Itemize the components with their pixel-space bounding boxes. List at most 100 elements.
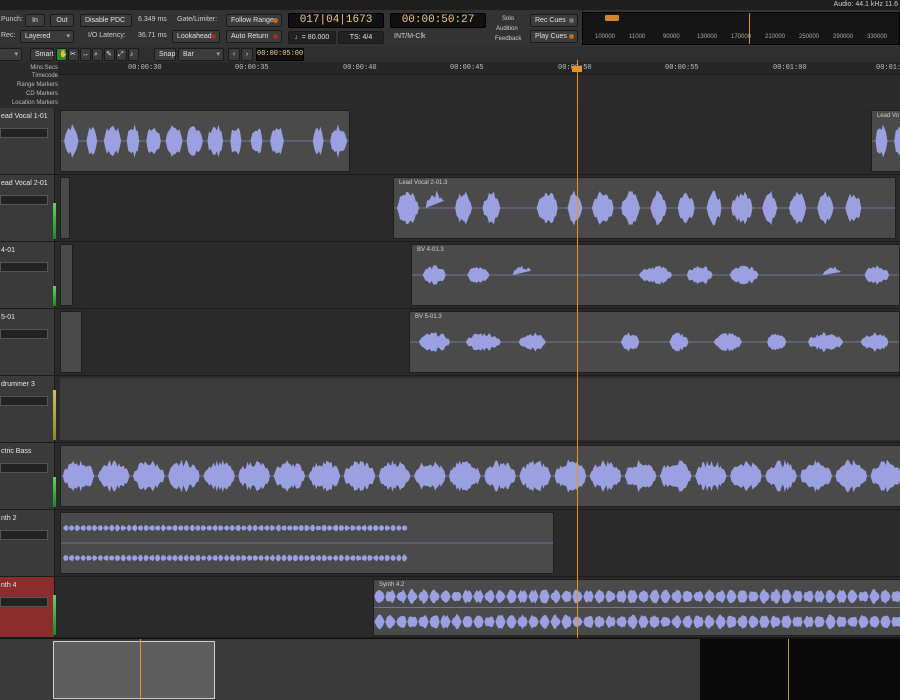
mini-timeline-tick: 210000	[765, 34, 786, 40]
smart-tool-button[interactable]: Smart	[30, 48, 54, 61]
track-name: 4-01	[1, 247, 16, 254]
tempo-display[interactable]: ♩= 80.000	[288, 31, 336, 44]
track-header[interactable]: nth 4	[0, 577, 55, 637]
track-volume-fader[interactable]	[0, 597, 48, 607]
time-counter[interactable]: 00:00:50:27	[390, 13, 486, 28]
edit-toolbar: ▾ Smart ✋ ✂ ↔ ⌕ ✎ ⤢ ♪ Snap Bar ▾ ‹ › 00:0…	[0, 47, 900, 63]
audition-tool-button[interactable]: ♪	[128, 48, 139, 61]
draw-tool-button[interactable]: ✎	[104, 48, 115, 61]
audio-clip[interactable]	[60, 244, 73, 306]
chevron-down-icon: ▾	[66, 33, 70, 40]
grid-select[interactable]: Bar ▾	[178, 48, 224, 61]
track-header[interactable]: drummer 3	[0, 376, 55, 442]
zoom-icon: ⌕	[94, 51, 98, 58]
audio-clip[interactable]: Synth 4.2	[373, 579, 900, 636]
audio-clip[interactable]: BV 5-01.3	[409, 311, 900, 373]
track-synth-2[interactable]: nth 2	[0, 510, 900, 577]
chevron-down-icon: ▾	[216, 51, 220, 58]
audio-clip[interactable]	[60, 110, 350, 172]
auto-return-led-icon	[273, 34, 278, 39]
audio-clip[interactable]: Lead Vocal 2-01.3	[393, 177, 896, 239]
punch-out-button[interactable]: Out	[50, 14, 74, 27]
edit-mode-select[interactable]: ▾	[0, 48, 22, 61]
audio-clip[interactable]	[60, 177, 70, 239]
audio-clip[interactable]: Lead Vo	[871, 110, 900, 172]
track-level-meter	[53, 203, 56, 239]
stretch-tool-button[interactable]: ⤢	[116, 48, 127, 61]
time-signature-display[interactable]: TS: 4/4	[338, 31, 384, 44]
clip-waveform	[410, 332, 899, 352]
lookahead-button[interactable]: Lookahead	[172, 30, 220, 43]
punch-label: Punch:	[1, 16, 23, 23]
track-level-meter	[53, 477, 56, 507]
bbt-counter[interactable]: 017|04|1673	[288, 13, 384, 28]
audio-clip[interactable]	[60, 512, 554, 574]
track-header[interactable]: ead Vocal 2-01	[0, 175, 55, 241]
track-drummer-3[interactable]: drummer 3	[0, 376, 900, 443]
mini-timeline-tick: 290000	[833, 34, 854, 40]
track-volume-fader[interactable]	[0, 262, 48, 272]
auto-return-label: Auto Return	[231, 33, 269, 40]
nudge-right-button[interactable]: ›	[241, 48, 253, 61]
lookahead-label: Lookahead	[177, 33, 212, 40]
auto-return-button[interactable]: Auto Return	[226, 30, 282, 43]
track-header[interactable]: ead Vocal 1-01	[0, 108, 55, 174]
track-volume-fader[interactable]	[0, 329, 48, 339]
transport-toolbar: Punch: In Out Rec: Layered ▾ Disable PDC …	[0, 10, 900, 48]
ruler-label-location-markers: Location Markers	[11, 100, 58, 106]
track-header[interactable]: nth 2	[0, 510, 55, 576]
midi-region[interactable]	[60, 378, 900, 440]
speaker-icon: ♪	[130, 51, 134, 58]
track-level-meter	[53, 390, 56, 440]
track-name: ctric Bass	[1, 448, 32, 455]
track-lead-vocal-1[interactable]: ead Vocal 1-01 Lead Vo	[0, 108, 900, 175]
gate-limiter-label: Gate/Limiter:	[177, 16, 218, 23]
disable-pdc-button[interactable]: Disable PDC	[80, 14, 132, 27]
clip-waveform	[61, 459, 900, 493]
audio-clip[interactable]	[60, 445, 900, 507]
cut-tool-button[interactable]: ✂	[68, 48, 79, 61]
grid-value: Bar	[183, 51, 194, 58]
zoom-tool-button[interactable]: ⌕	[92, 48, 103, 61]
grab-tool-button[interactable]: ✋	[56, 48, 68, 61]
track-name: nth 4	[1, 582, 17, 589]
audio-info: Audio: 44.1 kHz 11.6	[833, 1, 898, 8]
nudge-clock[interactable]: 00:00:05:00	[256, 48, 304, 61]
range-tool-button[interactable]: ↔	[80, 48, 91, 61]
playhead-line[interactable]	[577, 60, 578, 638]
follow-range-button[interactable]: Follow Range	[226, 14, 282, 27]
nudge-left-button[interactable]: ‹	[228, 48, 240, 61]
track-bv-5[interactable]: 5-01 BV 5-01.3	[0, 309, 900, 376]
daw-editor-window: Audio: 44.1 kHz 11.6 Punch: In Out Rec: …	[0, 0, 900, 700]
track-header[interactable]: ctric Bass	[0, 443, 55, 509]
track-header[interactable]: 4-01	[0, 242, 55, 308]
play-cues-button[interactable]: Play Cues	[530, 30, 578, 43]
track-header[interactable]: 5-01	[0, 309, 55, 375]
solo-label: Solo	[502, 16, 515, 22]
track-volume-fader[interactable]	[0, 396, 48, 406]
chevron-left-icon: ‹	[232, 51, 236, 58]
range-icon: ↔	[82, 51, 89, 58]
audio-clip[interactable]	[60, 311, 82, 373]
clip-waveform	[412, 265, 899, 285]
rec-mode-select[interactable]: Layered ▾	[20, 30, 74, 43]
track-volume-fader[interactable]	[0, 530, 48, 540]
track-name: ead Vocal 1-01	[1, 113, 48, 120]
track-lead-vocal-2[interactable]: ead Vocal 2-01 Lead Vocal 2-01.3	[0, 175, 900, 242]
mini-timeline-marker-icon	[605, 15, 619, 21]
track-synth-4[interactable]: nth 4 Synth 4.2	[0, 577, 900, 638]
pencil-icon: ✎	[106, 51, 112, 58]
rec-cues-button[interactable]: Rec Cues	[530, 14, 578, 27]
track-electric-bass[interactable]: ctric Bass	[0, 443, 900, 510]
summary-viewport-box[interactable]	[53, 641, 215, 699]
track-bv-4[interactable]: 4-01 BV 4-01.3	[0, 242, 900, 309]
track-volume-fader[interactable]	[0, 463, 48, 473]
track-volume-fader[interactable]	[0, 128, 48, 138]
audio-clip[interactable]: BV 4-01.3	[411, 244, 900, 306]
lookahead-led-icon	[211, 34, 216, 39]
summary-pane[interactable]	[0, 638, 900, 700]
snap-button[interactable]: Snap	[154, 48, 176, 61]
punch-in-button[interactable]: In	[25, 14, 45, 27]
track-volume-fader[interactable]	[0, 195, 48, 205]
mini-timeline[interactable]: 100000 11000 90000 130000 170000 210000 250000…	[582, 12, 900, 45]
